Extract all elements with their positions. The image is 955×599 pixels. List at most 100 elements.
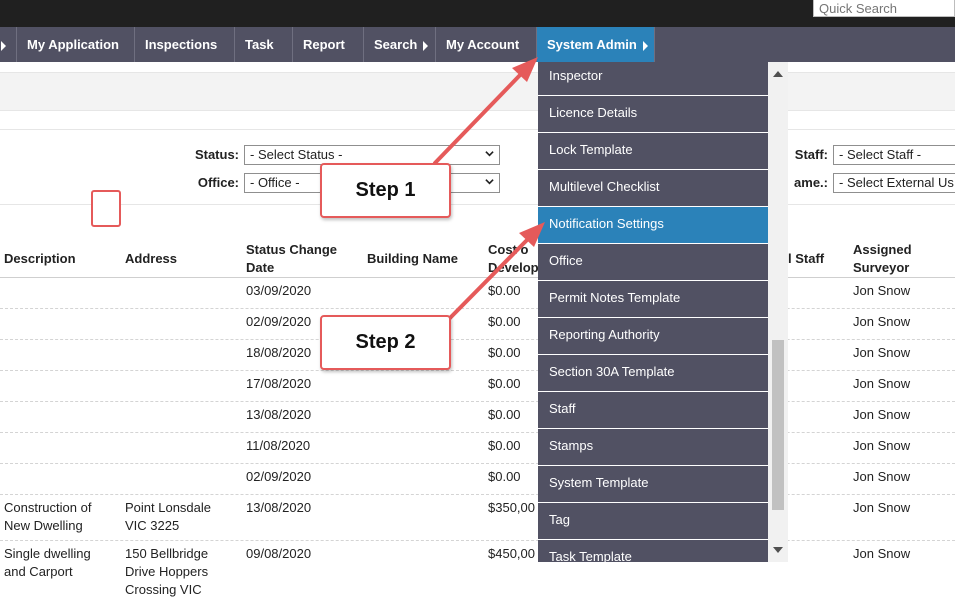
col-address[interactable]: Address <box>125 250 177 268</box>
menu-item-licence-details[interactable]: Licence Details <box>538 96 768 133</box>
row-cost: $450,00 <box>488 546 535 561</box>
nav-expand-button[interactable] <box>0 27 17 62</box>
filter-panel <box>0 129 955 205</box>
row-divider <box>0 463 955 464</box>
scrollbar-thumb[interactable] <box>772 340 784 510</box>
row-cost: $0.00 <box>488 469 521 484</box>
chevron-right-icon <box>423 40 429 51</box>
nav-label: Search <box>374 37 418 52</box>
row-cost: $0.00 <box>488 314 521 329</box>
row-divider <box>0 432 955 433</box>
row-date: 17/08/2020 <box>246 376 312 391</box>
menu-item-notification-settings[interactable]: Notification Settings <box>538 207 768 244</box>
row-divider <box>0 339 955 340</box>
subheader-bar <box>0 72 955 111</box>
row-divider <box>0 401 955 402</box>
row-date: 13/08/2020 <box>246 407 312 422</box>
top-strip <box>0 0 955 27</box>
row-divider <box>0 540 955 541</box>
staff-label: Staff: <box>794 147 828 162</box>
row-date: 09/08/2020 <box>246 546 312 561</box>
nav-search[interactable]: Search <box>364 27 436 62</box>
nav-label: My Application <box>27 37 119 52</box>
menu-item-reporting-authority[interactable]: Reporting Authority <box>538 318 768 355</box>
staff-select[interactable]: - Select Staff - <box>833 145 955 165</box>
dropdown-scrollbar[interactable] <box>768 62 788 562</box>
highlight-box <box>91 190 121 227</box>
chevron-right-icon <box>1 40 6 51</box>
nav-label: System Admin <box>547 37 637 52</box>
row-cost: $0.00 <box>488 376 521 391</box>
col-cost[interactable]: Cost o Develop <box>488 241 539 277</box>
menu-item-permit-notes-template[interactable]: Permit Notes Template <box>538 281 768 318</box>
row-surveyor: Jon Snow <box>853 469 911 484</box>
menu-item-system-template[interactable]: System Template <box>538 466 768 503</box>
col-assigned-surveyor[interactable]: Assigned Surveyor <box>853 241 933 277</box>
nav-label: My Account <box>446 37 520 52</box>
nav-label: Report <box>303 37 345 52</box>
step2-callout: Step 2 <box>320 315 451 370</box>
row-surveyor: Jon Snow <box>853 345 911 360</box>
col-status-change-date[interactable]: Status Change Date <box>246 241 356 277</box>
menu-item-multilevel-checklist[interactable]: Multilevel Checklist <box>538 170 768 207</box>
main-nav: My Application Inspections Task Report S… <box>0 27 955 62</box>
nav-label: Inspections <box>145 37 218 52</box>
status-select-value: - Select Status - <box>250 147 343 162</box>
menu-item-inspector[interactable]: Inspector <box>538 62 768 96</box>
col-description[interactable]: Description <box>4 250 76 268</box>
row-date: 13/08/2020 <box>246 500 312 515</box>
external-select-value: - Select External Us <box>839 175 954 190</box>
row-date: 03/09/2020 <box>246 283 312 298</box>
nav-my-application[interactable]: My Application <box>17 27 135 62</box>
row-divider <box>0 494 955 495</box>
office-select-value: - Office - <box>250 175 300 190</box>
menu-item-staff[interactable]: Staff <box>538 392 768 429</box>
scroll-up-arrow-icon[interactable] <box>773 71 783 77</box>
row-cost: $0.00 <box>488 407 521 422</box>
step1-callout: Step 1 <box>320 163 451 218</box>
office-label: Office: <box>197 175 239 190</box>
row-surveyor: Jon Snow <box>853 407 911 422</box>
nav-report[interactable]: Report <box>293 27 364 62</box>
row-surveyor: Jon Snow <box>853 283 911 298</box>
nav-label: Task <box>245 37 274 52</box>
menu-item-lock-template[interactable]: Lock Template <box>538 133 768 170</box>
row-divider <box>0 308 955 309</box>
row-address: Point Lonsdale VIC 3225 <box>125 500 212 533</box>
nav-task[interactable]: Task <box>235 27 293 62</box>
row-date: 18/08/2020 <box>246 345 312 360</box>
row-description: Single dwelling and Carport <box>4 546 91 579</box>
nav-my-account[interactable]: My Account <box>436 27 537 62</box>
staff-select-value: - Select Staff - <box>839 147 922 162</box>
row-cost: $0.00 <box>488 345 521 360</box>
col-staff[interactable]: l Staff <box>788 250 824 268</box>
scroll-down-arrow-icon[interactable] <box>773 547 783 553</box>
menu-item-task-template[interactable]: Task Template <box>538 540 768 562</box>
chevron-down-icon <box>485 151 494 157</box>
status-select[interactable]: - Select Status - <box>244 145 500 165</box>
row-cost: $0.00 <box>488 438 521 453</box>
row-date: 02/09/2020 <box>246 469 312 484</box>
row-surveyor: Jon Snow <box>853 546 911 561</box>
nav-inspections[interactable]: Inspections <box>135 27 235 62</box>
quick-search-input[interactable] <box>813 0 955 17</box>
header-divider <box>0 277 955 278</box>
row-surveyor: Jon Snow <box>853 314 911 329</box>
external-select[interactable]: - Select External Us <box>833 173 955 193</box>
menu-item-stamps[interactable]: Stamps <box>538 429 768 466</box>
row-address: 150 Bellbridge Drive Hoppers Crossing VI… <box>125 546 209 597</box>
row-cost: $0.00 <box>488 283 521 298</box>
nav-system-admin[interactable]: System Admin <box>537 27 655 62</box>
row-surveyor: Jon Snow <box>853 500 911 515</box>
menu-item-office[interactable]: Office <box>538 244 768 281</box>
row-date: 02/09/2020 <box>246 314 312 329</box>
menu-item-tag[interactable]: Tag <box>538 503 768 540</box>
menu-item-section-30a-template[interactable]: Section 30A Template <box>538 355 768 392</box>
chevron-right-icon <box>642 40 648 51</box>
row-surveyor: Jon Snow <box>853 438 911 453</box>
row-cost: $350,00 <box>488 500 535 515</box>
external-label: ame.: <box>794 175 828 190</box>
col-building-name[interactable]: Building Name <box>367 250 458 268</box>
row-description: Construction of New Dwelling <box>4 500 92 533</box>
row-divider <box>0 370 955 371</box>
